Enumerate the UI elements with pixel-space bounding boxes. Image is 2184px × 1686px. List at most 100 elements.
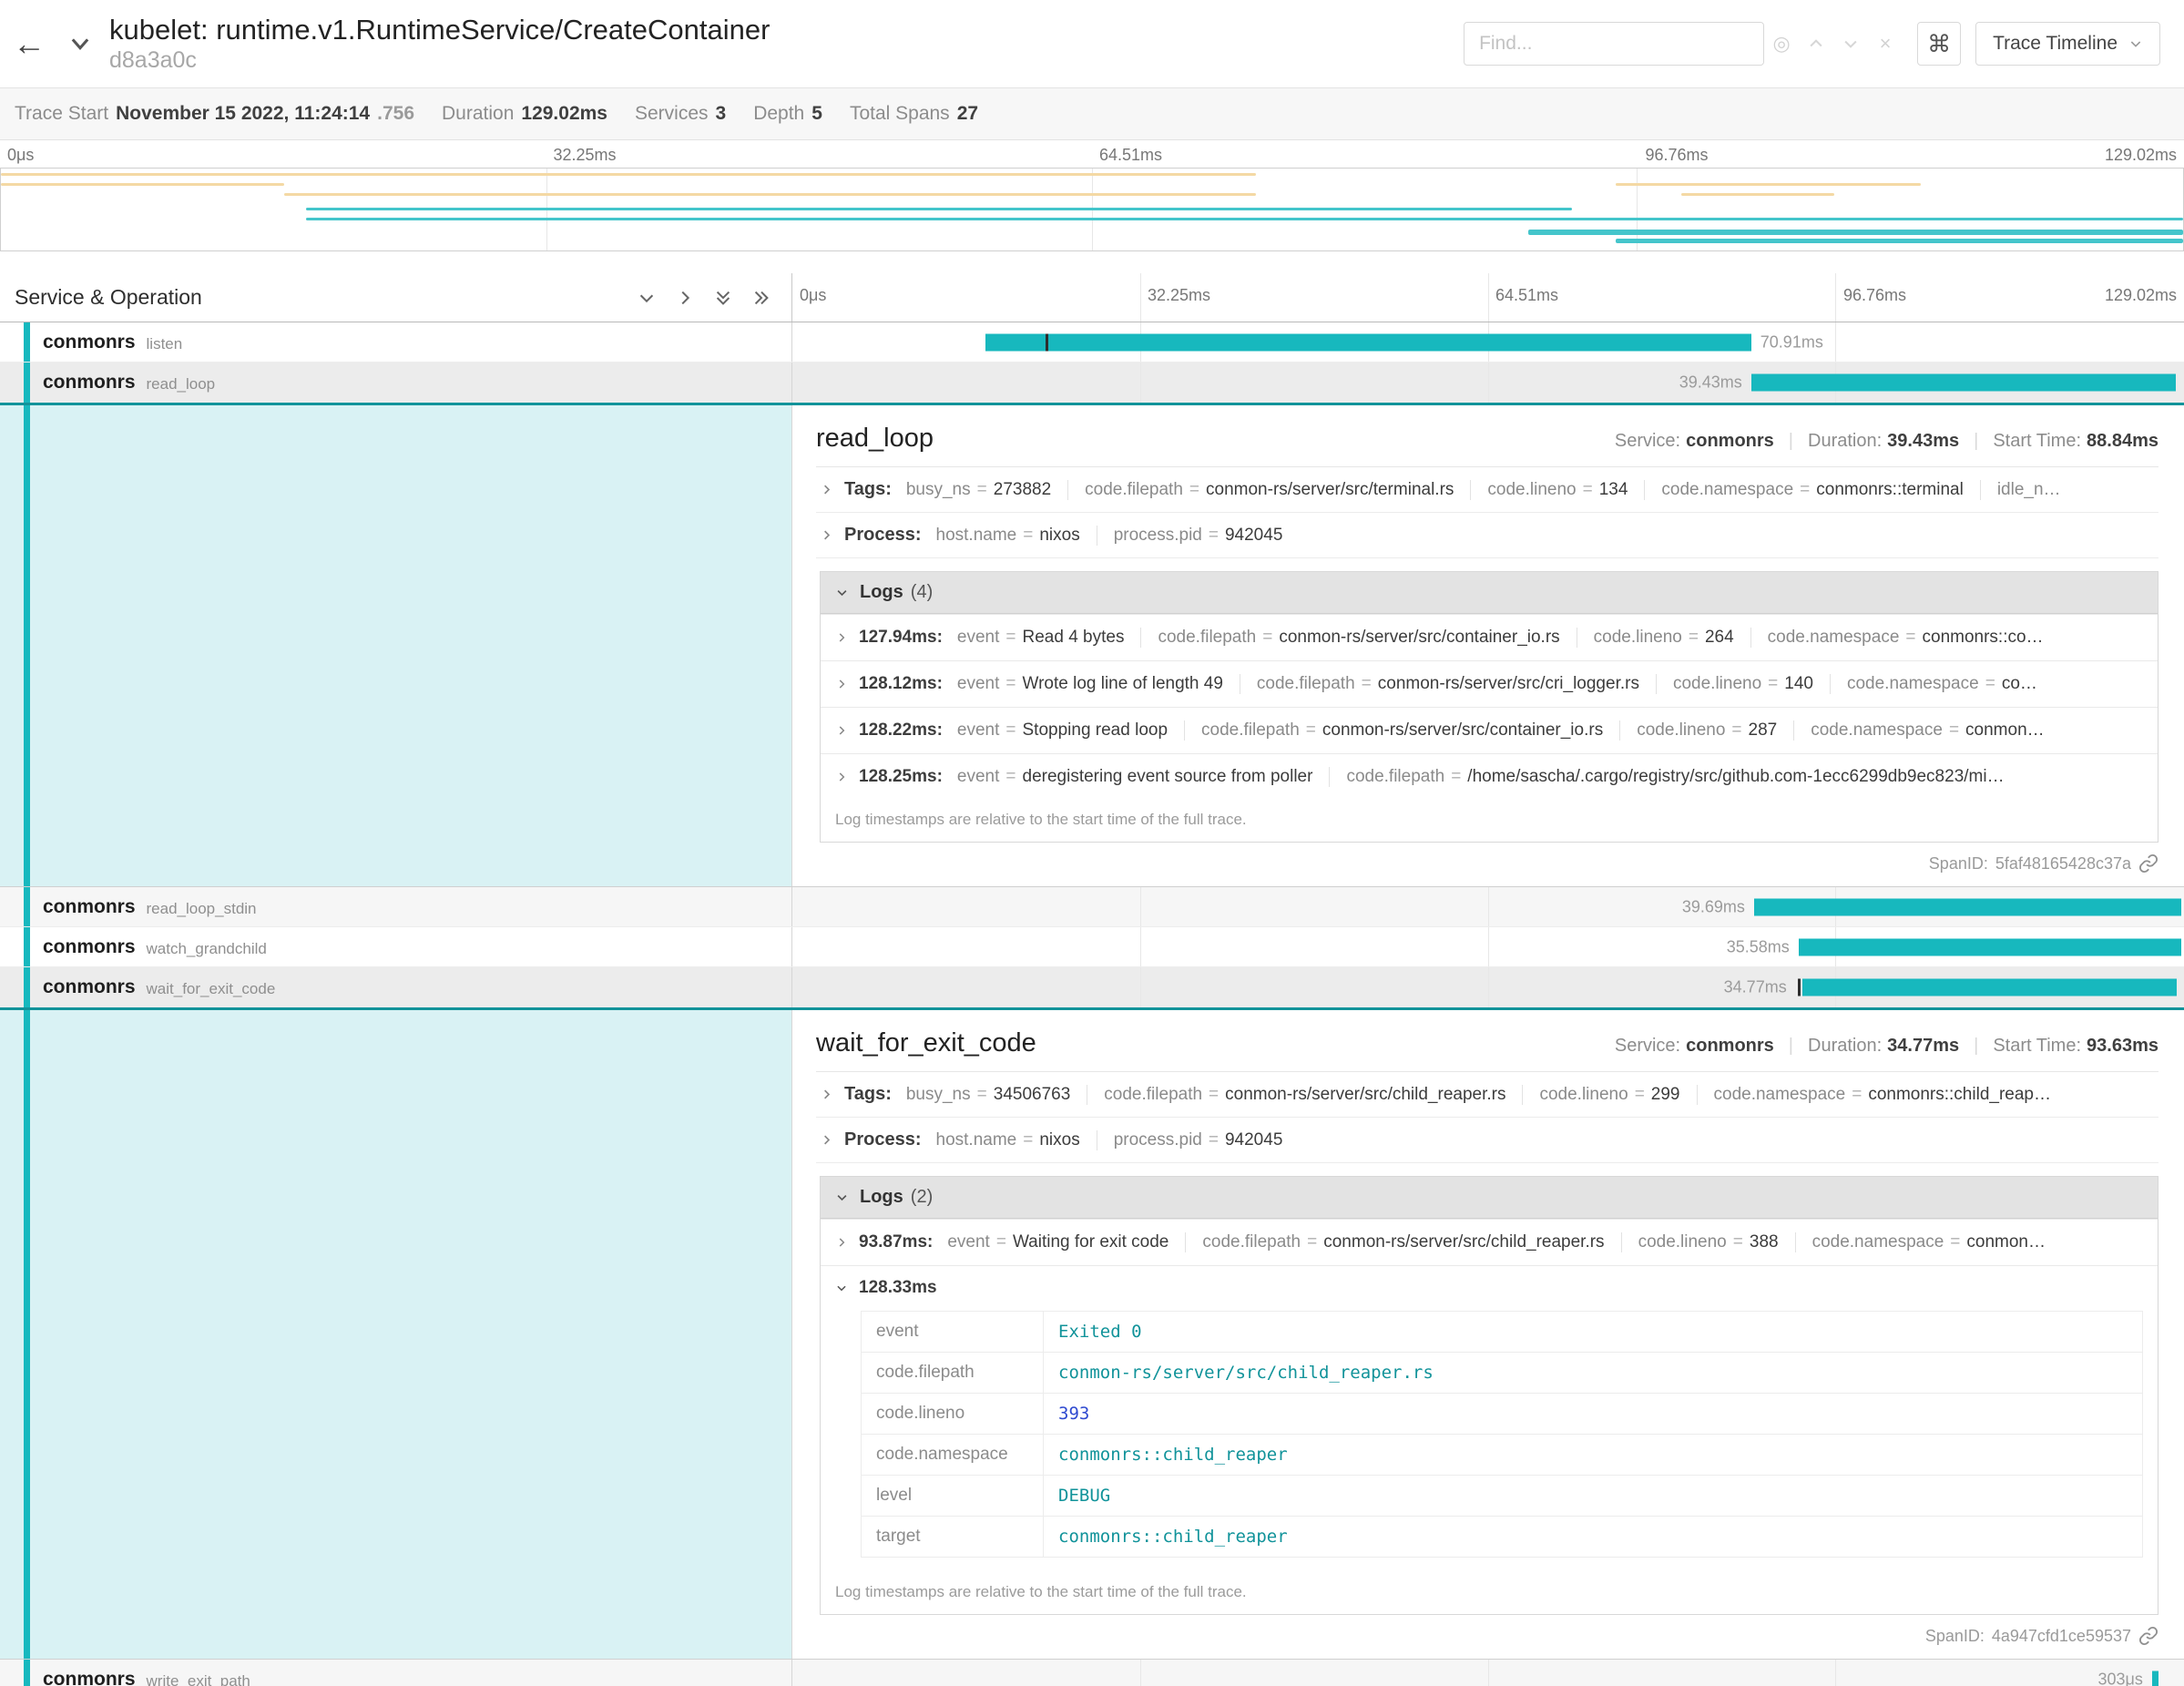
span-name-cell: conmonrs listen xyxy=(0,322,792,362)
log-field-key: code.namespace xyxy=(862,1435,1044,1476)
tag-field: code.namespace=conmonrs::child_reap… xyxy=(1697,1085,2067,1105)
logs-accordion[interactable]: Logs (2) xyxy=(821,1177,2158,1219)
page-title: kubelet: runtime.v1.RuntimeService/Creat… xyxy=(109,14,770,46)
clear-search-icon[interactable]: × xyxy=(1868,32,1903,56)
collapse-all-icon[interactable] xyxy=(713,288,733,308)
span-row-watch-grandchild[interactable]: conmonrs watch_grandchild 35.58ms xyxy=(0,927,2184,967)
detail-service-label: Service: xyxy=(1615,1036,1680,1057)
logs-note: Log timestamps are relative to the start… xyxy=(821,800,2158,842)
log-marker-tick xyxy=(1046,333,1048,351)
tags-accordion[interactable]: Tags: busy_ns=273882code.filepath=conmon… xyxy=(816,467,2158,513)
find-input[interactable] xyxy=(1464,22,1764,66)
span-link-icon[interactable] xyxy=(2138,853,2158,874)
timeline-header-row: Service & Operation 0μs 32.25ms 64.51ms … xyxy=(0,273,2184,322)
tag-field: code.lineno=140 xyxy=(1656,674,1830,694)
collapse-trace-icon[interactable] xyxy=(58,31,102,56)
process-accordion[interactable]: Process: host.name=nixosprocess.pid=9420… xyxy=(816,513,2158,558)
tag-field: code.filepath=conmon-rs/server/src/child… xyxy=(1185,1232,1620,1252)
timeline-tick-label: 96.76ms xyxy=(1843,286,1906,305)
operation-name: wait_for_exit_code xyxy=(147,980,276,998)
log-entry-expanded[interactable]: 128.33ms xyxy=(821,1265,2158,1303)
minimap-span-segment xyxy=(1,183,284,186)
expand-all-icon[interactable] xyxy=(751,288,771,308)
log-timestamp: 128.22ms: xyxy=(859,720,943,741)
trace-view-selector-label: Trace Timeline xyxy=(1993,33,2118,55)
detail-start-label: Start Time: xyxy=(1993,431,2081,452)
span-row-write-exit-path[interactable]: conmonrs write_exit_path 303μs xyxy=(0,1660,2184,1686)
logs-section: Logs (4) 127.94ms: event=Read 4 bytescod… xyxy=(820,571,2158,843)
span-row-wait-for-exit-code[interactable]: conmonrs wait_for_exit_code 34.77ms xyxy=(0,967,2184,1007)
logs-note: Log timestamps are relative to the start… xyxy=(821,1572,2158,1614)
span-bar[interactable] xyxy=(2152,1671,2159,1686)
detail-header: read_loop Service:conmonrs | Duration:39… xyxy=(816,424,2158,467)
chevron-right-icon xyxy=(835,771,848,783)
tag-field: busy_ns=273882 xyxy=(906,480,1067,500)
detail-meta: Service:conmonrs | Duration:34.77ms | St… xyxy=(1615,1036,2158,1057)
log-detail-row: event Exited 0 xyxy=(862,1312,2143,1353)
span-name-cell: conmonrs wait_for_exit_code xyxy=(0,967,792,1007)
span-detail-panel: read_loop Service:conmonrs | Duration:39… xyxy=(792,405,2184,886)
span-row-read-loop-stdin[interactable]: conmonrs read_loop_stdin 39.69ms xyxy=(0,887,2184,927)
span-bar[interactable] xyxy=(985,333,1750,351)
back-button[interactable]: ← xyxy=(0,0,58,87)
log-detail-row: code.lineno 393 xyxy=(862,1394,2143,1435)
span-bar[interactable] xyxy=(1754,898,2181,915)
trace-view-selector[interactable]: Trace Timeline xyxy=(1975,22,2160,66)
process-accordion[interactable]: Process: host.name=nixosprocess.pid=9420… xyxy=(816,1118,2158,1163)
log-timestamp: 128.12ms: xyxy=(859,674,943,694)
process-list: host.name=nixosprocess.pid=942045 xyxy=(936,1130,1300,1150)
operation-name: read_loop_stdin xyxy=(147,900,257,918)
logs-label: Logs xyxy=(860,1187,903,1208)
span-detail-row-wait-for-exit-code: wait_for_exit_code Service:conmonrs | Du… xyxy=(0,1007,2184,1660)
detail-service: conmonrs xyxy=(1686,431,1774,452)
logs-accordion[interactable]: Logs (4) xyxy=(821,572,2158,614)
tag-field: code.lineno=299 xyxy=(1522,1085,1696,1105)
tag-field: host.name=nixos xyxy=(936,526,1097,546)
service-name: conmonrs xyxy=(43,1669,136,1686)
minimap-canvas[interactable] xyxy=(0,168,2184,251)
minimap-span-segment xyxy=(306,218,2183,220)
log-entry[interactable]: 127.94ms: event=Read 4 bytescode.filepat… xyxy=(821,614,2158,660)
collapse-one-icon[interactable] xyxy=(637,288,657,308)
log-entry[interactable]: 128.12ms: event=Wrote log line of length… xyxy=(821,660,2158,707)
tag-field: code.namespace=conmonrs::co… xyxy=(1750,628,2060,648)
span-row-read-loop[interactable]: conmonrs read_loop 39.43ms xyxy=(0,363,2184,403)
log-timestamp: 128.25ms: xyxy=(859,767,943,787)
log-detail-row: target conmonrs::child_reaper xyxy=(862,1517,2143,1558)
tags-accordion[interactable]: Tags: busy_ns=34506763code.filepath=conm… xyxy=(816,1072,2158,1118)
expand-one-icon[interactable] xyxy=(675,288,695,308)
summary-label: Total Spans xyxy=(850,103,950,125)
tag-field: process.pid=942045 xyxy=(1097,1130,1300,1150)
service-name: conmonrs xyxy=(43,936,136,958)
minimap-tick-labels: 0μs 32.25ms 64.51ms 96.76ms 129.02ms xyxy=(0,140,2184,168)
log-entry[interactable]: 128.25ms: event=deregistering event sour… xyxy=(821,753,2158,800)
tag-field: code.namespace=conmon… xyxy=(1793,720,2060,741)
log-field-key: code.lineno xyxy=(862,1394,1044,1435)
log-detail-row: code.filepath conmon-rs/server/src/child… xyxy=(862,1353,2143,1394)
next-result-icon[interactable] xyxy=(1833,35,1868,53)
chevron-down-icon xyxy=(2128,36,2143,51)
locate-span-icon[interactable]: ◎ xyxy=(1764,32,1799,56)
service-color-indicator xyxy=(24,967,30,1007)
summary-label: Duration xyxy=(442,103,514,125)
service-color-indicator xyxy=(24,1660,30,1686)
span-bar[interactable] xyxy=(1802,979,2177,996)
span-row-listen[interactable]: conmonrs listen 70.91ms xyxy=(0,322,2184,363)
chevron-down-icon xyxy=(835,1190,849,1204)
span-bar[interactable] xyxy=(1799,938,2181,955)
expand-collapse-controls xyxy=(637,288,777,308)
tags-label: Tags: xyxy=(844,1084,892,1105)
detail-service: conmonrs xyxy=(1686,1036,1774,1057)
span-timeline-cell: 34.77ms xyxy=(792,967,2184,1007)
timeline-tick-label: 32.25ms xyxy=(1148,286,1210,305)
keyboard-shortcuts-button[interactable]: ⌘ xyxy=(1917,22,1961,66)
service-name: conmonrs xyxy=(43,976,136,998)
log-entry[interactable]: 128.22ms: event=Stopping read loopcode.f… xyxy=(821,707,2158,753)
log-entry[interactable]: 93.87ms: event=Waiting for exit codecode… xyxy=(821,1219,2158,1265)
span-link-icon[interactable] xyxy=(2138,1626,2158,1646)
span-duration-label: 70.91ms xyxy=(1760,332,1823,352)
summary-value-suffix: .756 xyxy=(377,103,414,125)
summary-depth: Depth 5 xyxy=(753,103,822,125)
prev-result-icon[interactable] xyxy=(1799,35,1833,53)
span-bar[interactable] xyxy=(1751,374,2176,392)
